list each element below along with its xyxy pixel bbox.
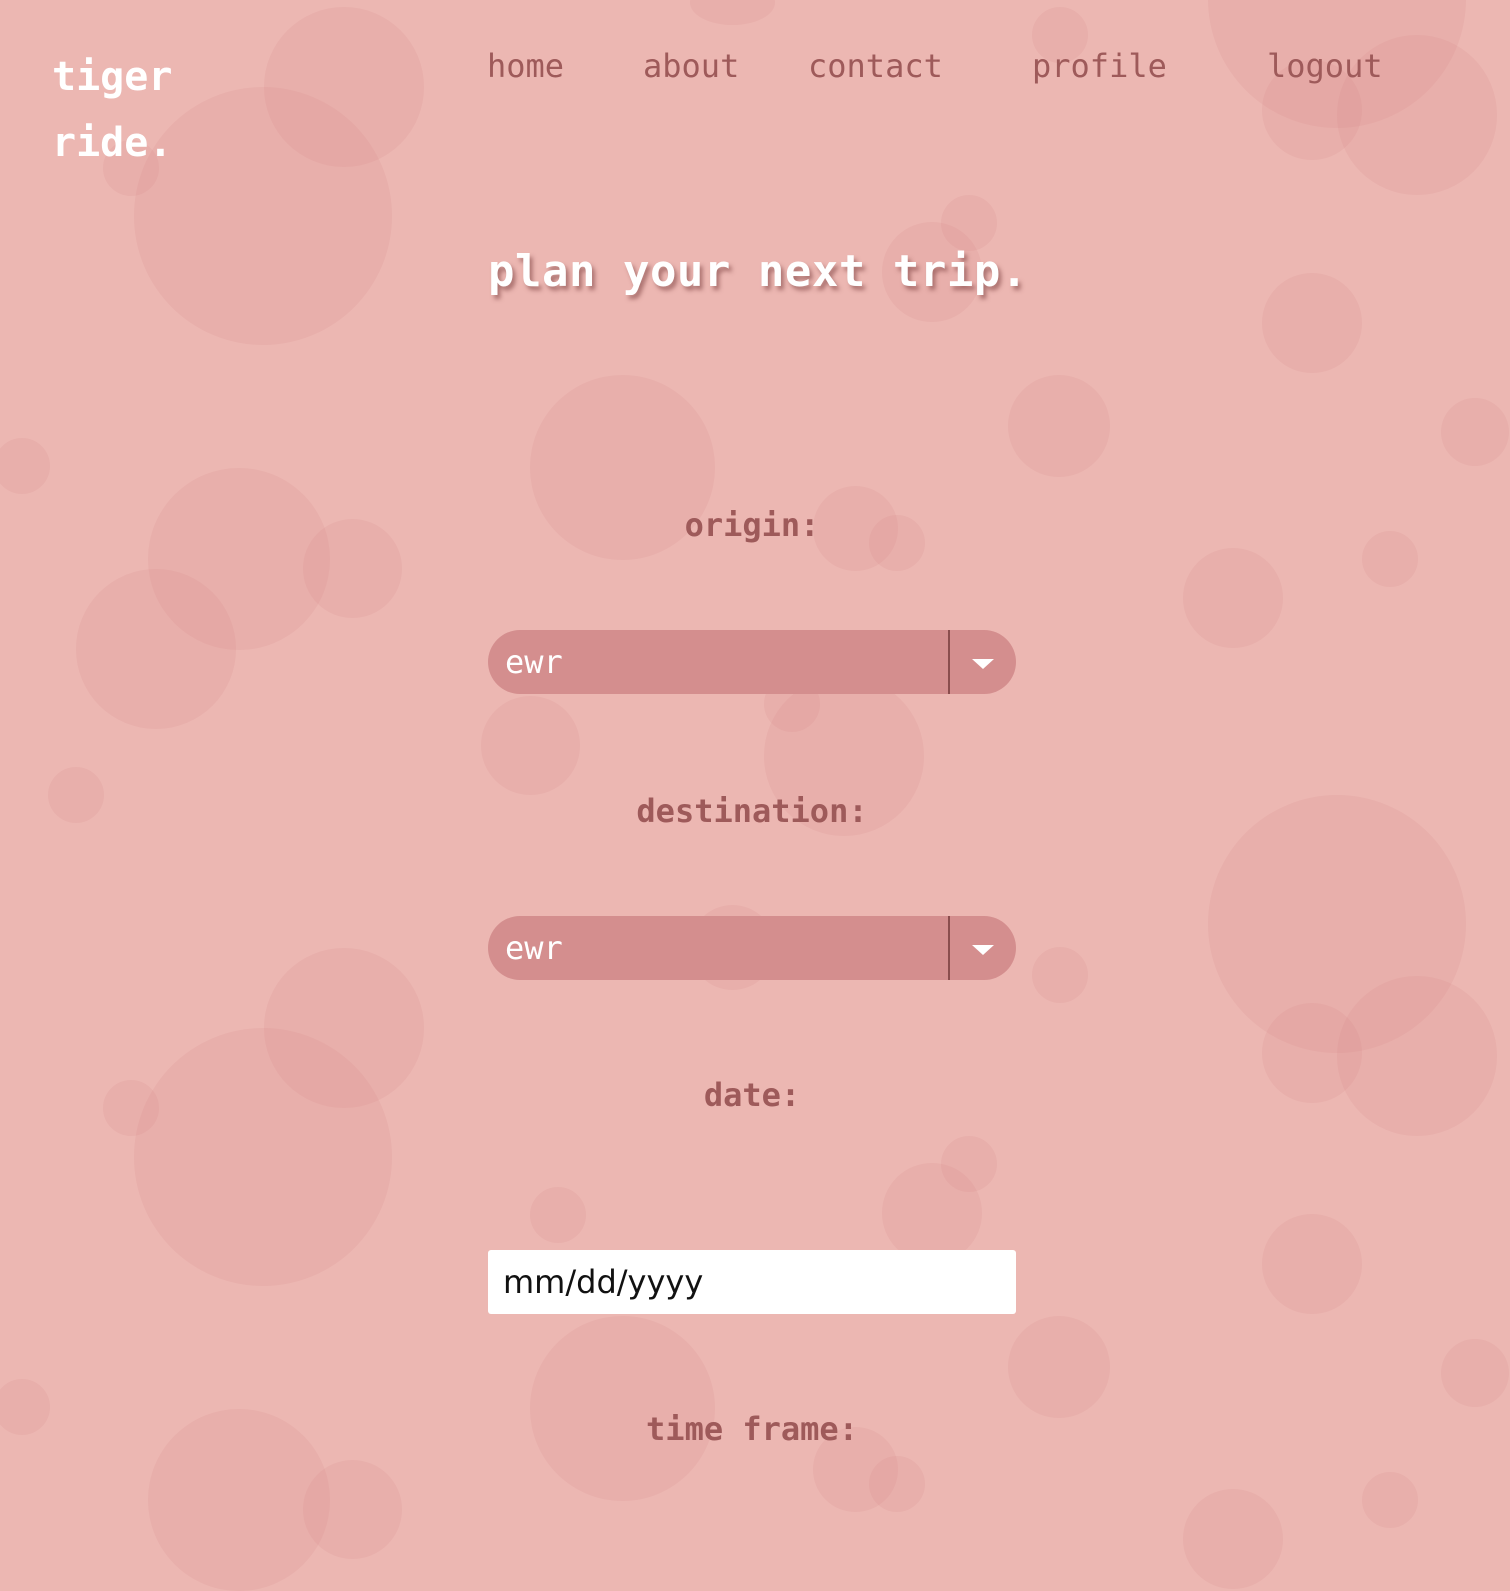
- origin-select-value: ewr: [505, 643, 563, 681]
- brand-line-2: ride.: [52, 120, 173, 166]
- nav-home-link[interactable]: home: [487, 44, 564, 88]
- destination-label: destination:: [636, 792, 868, 830]
- destination-select-value: ewr: [505, 929, 563, 967]
- date-label: date:: [703, 1076, 801, 1114]
- select-divider: [948, 916, 950, 980]
- chevron-down-icon[interactable]: [972, 945, 994, 955]
- destination-select[interactable]: ewr: [488, 916, 1016, 980]
- time-frame-label: time frame:: [646, 1410, 858, 1448]
- select-divider: [948, 630, 950, 694]
- top-nav: home about contact profile logout: [0, 44, 1510, 88]
- origin-select[interactable]: ewr: [488, 630, 1016, 694]
- nav-about-link[interactable]: about: [643, 44, 739, 88]
- date-input-placeholder: mm/dd/yyyy: [503, 1263, 704, 1301]
- page-title: plan your next trip.: [488, 246, 1028, 297]
- nav-profile-link[interactable]: profile: [1032, 44, 1167, 88]
- origin-label: origin:: [684, 506, 820, 544]
- date-input[interactable]: mm/dd/yyyy: [488, 1250, 1016, 1314]
- nav-logout-link[interactable]: logout: [1267, 44, 1383, 88]
- nav-contact-link[interactable]: contact: [808, 44, 943, 88]
- chevron-down-icon[interactable]: [972, 659, 994, 669]
